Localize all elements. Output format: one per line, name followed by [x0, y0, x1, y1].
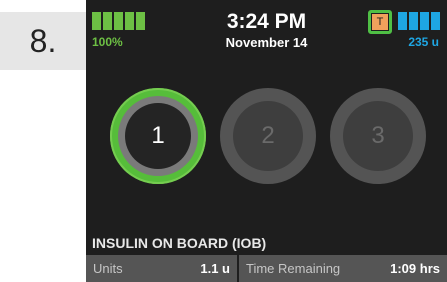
- pump-screen: 100% 3:24 PM November 14 T 235 u 1 2 3 I…: [86, 0, 447, 282]
- cartridge-segment: [409, 12, 418, 30]
- iob-units-label: Units: [93, 261, 123, 276]
- cartridge-segment: [398, 12, 407, 30]
- temp-rate-badge: T: [372, 14, 388, 30]
- cartridge-segment: [420, 12, 429, 30]
- cartridge-level-icon: [398, 12, 440, 30]
- iob-time-value: 1:09 hrs: [390, 261, 440, 276]
- profile-circle-3[interactable]: 3: [330, 88, 426, 184]
- profile-circle-2[interactable]: 2: [220, 88, 316, 184]
- profile-circle-label: 2: [233, 101, 303, 171]
- iob-units-cell: Units 1.1 u: [86, 255, 239, 282]
- temp-rate-icon[interactable]: T: [368, 10, 392, 34]
- iob-time-label: Time Remaining: [246, 261, 341, 276]
- profile-circle-label: 1: [125, 103, 191, 169]
- step-label-box: 8.: [0, 12, 87, 70]
- iob-title: INSULIN ON BOARD (IOB): [92, 235, 267, 251]
- iob-units-value: 1.1 u: [200, 261, 230, 276]
- cartridge-segment: [431, 12, 440, 30]
- profile-circle-1[interactable]: 1: [110, 88, 206, 184]
- iob-row: Units 1.1 u Time Remaining 1:09 hrs: [86, 255, 447, 282]
- iob-time-cell: Time Remaining 1:09 hrs: [239, 255, 447, 282]
- profile-circle-label: 3: [343, 101, 413, 171]
- step-number: 8.: [29, 22, 57, 59]
- cartridge-units: 235 u: [408, 35, 439, 49]
- clock-time: 3:24 PM: [226, 10, 307, 33]
- clock-date: November 14: [225, 35, 308, 50]
